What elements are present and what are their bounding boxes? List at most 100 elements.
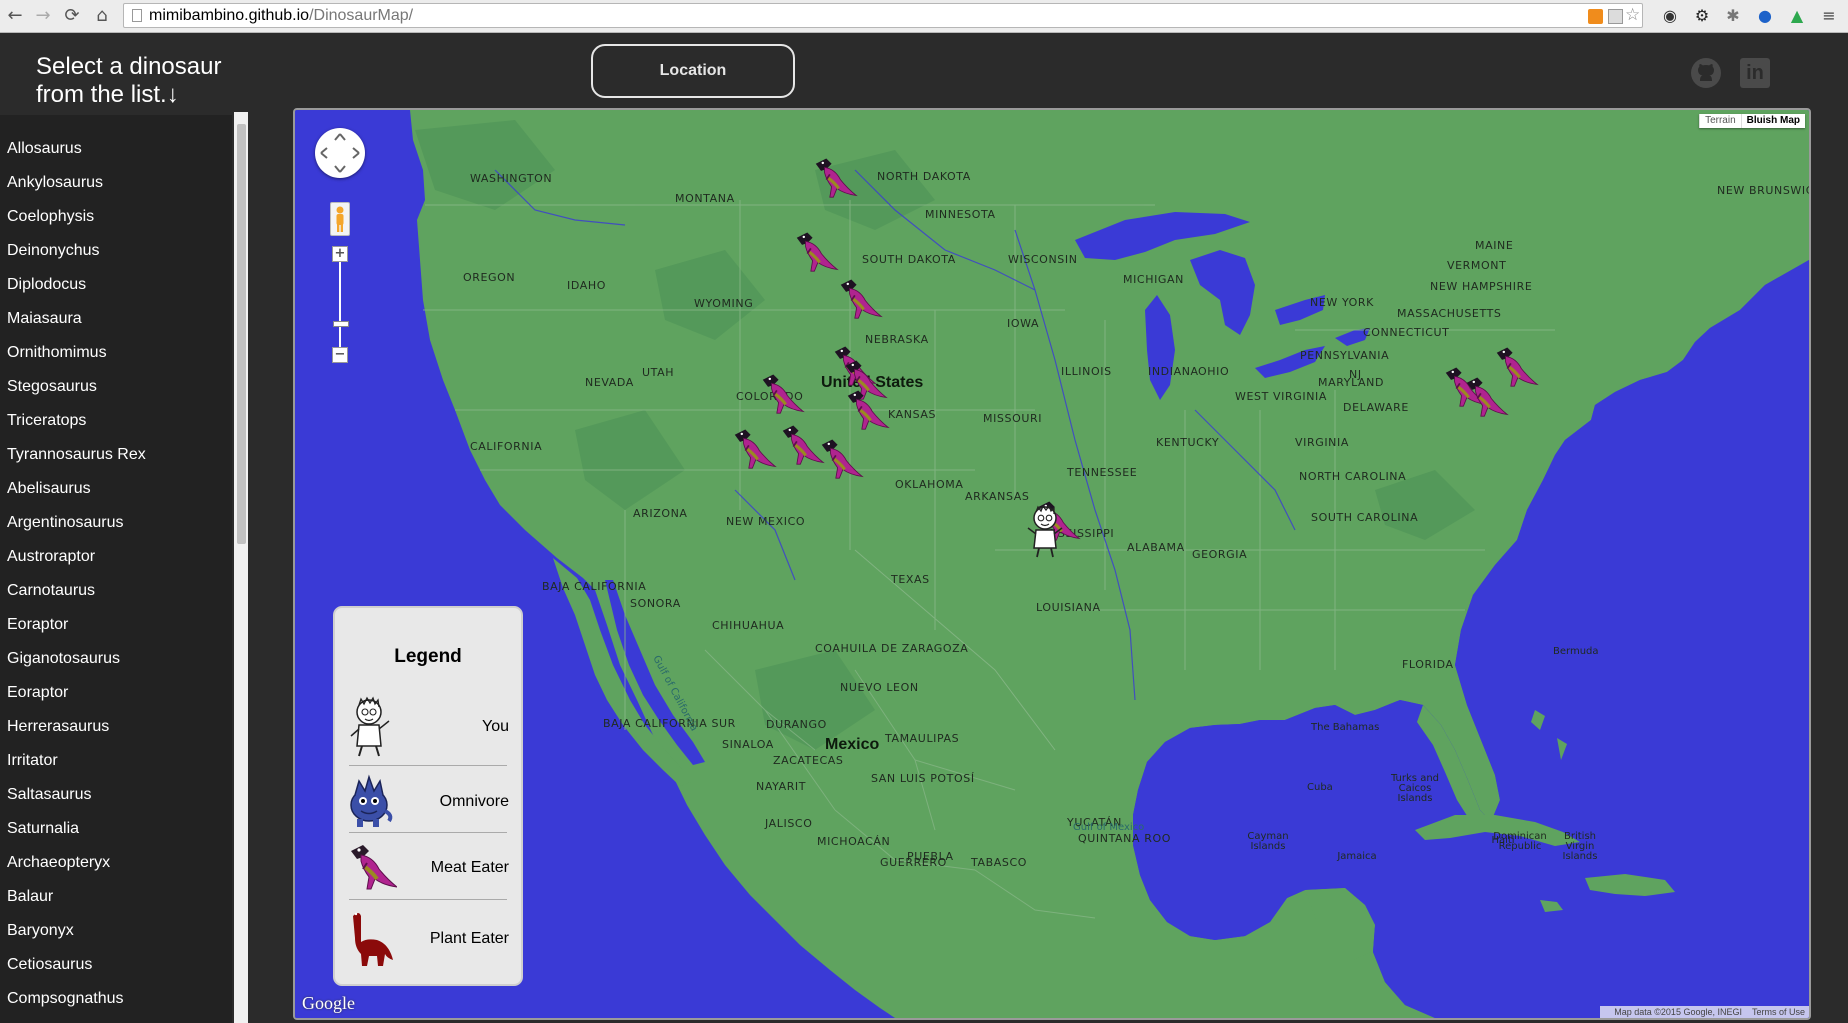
- meat-eater-marker-icon[interactable]: [839, 276, 883, 320]
- map-state-label: QUINTANA ROO: [1078, 832, 1171, 845]
- person-icon: [347, 696, 397, 758]
- reader-icon[interactable]: [1608, 9, 1623, 24]
- map-state-label: ARKANSAS: [965, 490, 1030, 503]
- zoom-in-button[interactable]: +: [332, 246, 348, 262]
- reload-icon[interactable]: ⟳: [61, 5, 83, 27]
- dinosaur-list-item[interactable]: Diplodocus: [0, 268, 232, 302]
- meat-eater-marker-icon[interactable]: [781, 422, 825, 466]
- dinosaur-list-item[interactable]: Abelisaurus: [0, 472, 232, 506]
- meat-eater-marker-icon[interactable]: [795, 229, 839, 273]
- dinosaur-list-item[interactable]: Eoraptor: [0, 676, 232, 710]
- dinosaur-list-item[interactable]: Coelophysis: [0, 200, 232, 234]
- mask-extension-icon[interactable]: ◉: [1661, 7, 1679, 25]
- bookmark-star-icon[interactable]: ☆: [1625, 6, 1640, 24]
- map-state-label: IDAHO: [567, 279, 606, 292]
- street-view-pegman-icon[interactable]: [330, 202, 350, 236]
- menu-icon[interactable]: ≡: [1820, 7, 1838, 25]
- legend-label-you: You: [482, 718, 509, 735]
- map-state-label: NUEVO LEON: [840, 681, 919, 694]
- meat-eater-marker-icon[interactable]: [1495, 344, 1539, 388]
- map-island-label: British Virgin Islands: [1562, 831, 1598, 862]
- user-location-marker[interactable]: [1022, 504, 1068, 558]
- map-state-label: WYOMING: [694, 297, 754, 310]
- page-title: Select a dinosaur from the list.↓: [36, 53, 256, 109]
- map-type-control[interactable]: Terrain Bluish Map: [1699, 114, 1805, 128]
- map-island-label: Dominican Republic: [1493, 831, 1547, 852]
- dinosaur-list-item[interactable]: Ornithomimus: [0, 336, 232, 370]
- dinosaur-list-item[interactable]: Irritator: [0, 744, 232, 778]
- url-path: /DinosaurMap/: [309, 7, 414, 24]
- zoom-slider-track[interactable]: [339, 262, 341, 347]
- globe-extension-icon[interactable]: ●: [1756, 7, 1774, 25]
- dinosaur-list-item[interactable]: Carnotaurus: [0, 574, 232, 608]
- pan-control[interactable]: [315, 128, 365, 178]
- forward-icon[interactable]: →: [32, 5, 54, 27]
- dinosaur-list-item[interactable]: Eoraptor: [0, 608, 232, 642]
- list-scrollbar-thumb[interactable]: [237, 124, 246, 544]
- bluish-map-button[interactable]: Bluish Map: [1740, 114, 1805, 128]
- map-state-label: PUEBLA: [907, 850, 954, 863]
- dinosaur-list-item[interactable]: Herrerasaurus: [0, 710, 232, 744]
- dinosaur-list-item[interactable]: Compsognathus: [0, 982, 232, 1016]
- map-state-label: ALABAMA: [1127, 541, 1185, 554]
- map-state-label: KANSAS: [888, 408, 937, 421]
- map-state-label: OHIO: [1198, 365, 1230, 378]
- dinosaur-list-item[interactable]: Maiasaura: [0, 302, 232, 336]
- github-icon[interactable]: [1690, 57, 1722, 89]
- map-state-label: WISCONSIN: [1008, 253, 1078, 266]
- dinosaur-list-item[interactable]: Balaur: [0, 880, 232, 914]
- terms-of-use-link[interactable]: Terms of Use: [1752, 1007, 1805, 1017]
- dinosaur-list-item[interactable]: Saturnalia: [0, 812, 232, 846]
- zoom-slider-handle[interactable]: [333, 321, 349, 327]
- dinosaur-list-item[interactable]: Baryonyx: [0, 914, 232, 948]
- back-icon[interactable]: ←: [4, 5, 26, 27]
- linkedin-icon[interactable]: in: [1740, 58, 1770, 88]
- map-state-label: MASSACHUSETTS: [1397, 307, 1502, 320]
- terrain-map-button[interactable]: Terrain: [1699, 114, 1741, 128]
- bug-extension-icon[interactable]: ✱: [1724, 7, 1742, 25]
- meat-eater-marker-icon[interactable]: [733, 426, 777, 470]
- dinosaur-list-item[interactable]: Deinonychus: [0, 234, 232, 268]
- feed-icon[interactable]: [1588, 9, 1603, 24]
- dinosaur-list-item[interactable]: Allosaurus: [0, 132, 232, 166]
- legend-label-plant-eater: Plant Eater: [429, 930, 509, 947]
- dinosaur-list-item[interactable]: Argentinosaurus: [0, 506, 232, 540]
- dinosaur-map[interactable]: WASHINGTON MONTANA NORTH DAKOTA MINNESOTA SO…: [293, 108, 1811, 1020]
- dinosaur-list-item[interactable]: Archaeopteryx: [0, 846, 232, 880]
- map-state-label: SOUTH DAKOTA: [862, 253, 956, 266]
- map-state-label: OKLAHOMA: [895, 478, 964, 491]
- meat-eater-marker-icon[interactable]: [814, 155, 858, 199]
- dinosaur-list-item[interactable]: Cetiosaurus: [0, 948, 232, 982]
- dinosaur-list-item[interactable]: Stegosaurus: [0, 370, 232, 404]
- map-state-label: VIRGINIA: [1295, 436, 1349, 449]
- map-state-label: NORTH DAKOTA: [877, 170, 971, 183]
- map-state-label: CALIFORNIA: [470, 440, 543, 453]
- address-bar[interactable]: mimibambino.github.io/DinosaurMap/ ☆: [123, 3, 1643, 28]
- zoom-out-button[interactable]: −: [332, 347, 348, 363]
- legend-row-meat-eater: Meat Eater: [347, 837, 509, 901]
- legend-row-plant-eater: Plant Eater: [347, 908, 509, 972]
- map-state-label: SINALOA: [722, 738, 774, 751]
- dinosaur-list-item[interactable]: Ankylosaurus: [0, 166, 232, 200]
- gear-extension-icon[interactable]: ⚙: [1693, 7, 1711, 25]
- map-state-label: OREGON: [463, 271, 516, 284]
- meat-eater-dino-icon: [347, 837, 399, 899]
- meat-eater-marker-icon[interactable]: [846, 387, 890, 431]
- location-button[interactable]: Location: [591, 44, 795, 98]
- dinosaur-list-item[interactable]: Triceratops: [0, 404, 232, 438]
- legend-row-omnivore: Omnivore: [347, 771, 509, 835]
- map-state-label: LOUISIANA: [1036, 601, 1101, 614]
- dinosaur-list-item[interactable]: Tyrannosaurus Rex: [0, 438, 232, 472]
- dinosaur-list-item[interactable]: Saltasaurus: [0, 778, 232, 812]
- map-state-label: NORTH CAROLINA: [1299, 470, 1407, 483]
- home-icon[interactable]: ⌂: [91, 5, 113, 27]
- dinosaur-list-item[interactable]: Giganotosaurus: [0, 642, 232, 676]
- drive-extension-icon[interactable]: ▲: [1788, 7, 1806, 25]
- meat-eater-marker-icon[interactable]: [820, 436, 864, 480]
- url-text: mimibambino.github.io/DinosaurMap/: [149, 7, 413, 25]
- map-state-label: ILLINOIS: [1061, 365, 1112, 378]
- meat-eater-marker-icon[interactable]: [761, 371, 805, 415]
- map-state-label: INDIANA: [1148, 365, 1199, 378]
- dinosaur-list-item[interactable]: Austroraptor: [0, 540, 232, 574]
- dinosaur-list[interactable]: Allosaurus Ankylosaurus Coelophysis Deinony…: [0, 115, 232, 1023]
